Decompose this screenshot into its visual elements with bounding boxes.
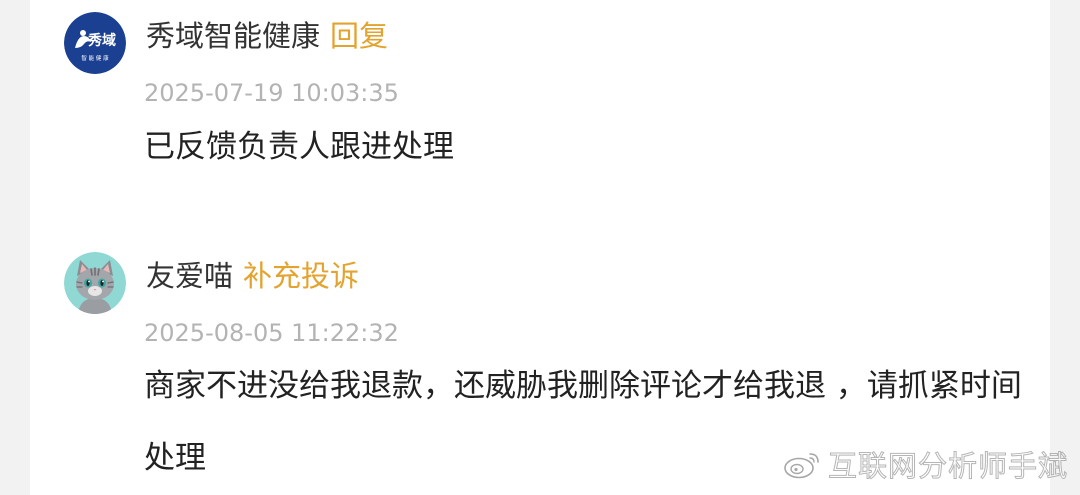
action-label: 回复 (330, 19, 389, 53)
weibo-icon (784, 453, 819, 479)
author-name[interactable]: 秀域智能健康 (146, 19, 320, 53)
timestamp: 2025-08-05 11:22:32 (144, 319, 399, 347)
gray-cat-icon (64, 252, 126, 314)
page: 秀域 智 能 健 康 秀域智能健康 回复 2025-07-19 10:03:35 … (0, 0, 1080, 495)
author-name[interactable]: 友爱喵 (146, 259, 233, 293)
avatar[interactable] (64, 252, 126, 314)
watermark: 互联网分析师手斌 (782, 443, 1068, 485)
comment-header: 友爱喵 补充投诉 (146, 256, 359, 296)
timestamp: 2025-07-19 10:03:35 (144, 79, 399, 107)
comment-text: 已反馈负责人跟进处理 (144, 129, 454, 165)
comment-header: 秀域智能健康 回复 (146, 16, 388, 56)
watermark-text: 互联网分析师手斌 (827, 449, 1068, 484)
action-label: 补充投诉 (243, 259, 360, 293)
logo-subtext: 智 能 健 康 (81, 54, 109, 62)
logo-text: 秀域 (87, 32, 116, 49)
xiuyu-logo-icon: 秀域 智 能 健 康 (64, 12, 126, 74)
avatar[interactable]: 秀域 智 能 健 康 (64, 12, 126, 74)
comment-card: 秀域 智 能 健 康 秀域智能健康 回复 2025-07-19 10:03:35 … (30, 0, 1050, 495)
